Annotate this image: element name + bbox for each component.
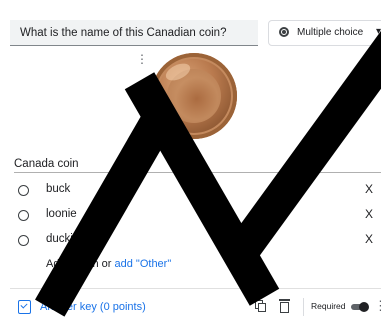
more-vert-icon[interactable]: ⋮ <box>374 298 381 314</box>
caption-underline <box>14 172 381 173</box>
footer-divider <box>10 288 381 289</box>
question-type-dropdown[interactable]: Multiple choice ▾ <box>268 20 381 46</box>
remove-option-button[interactable]: X <box>365 182 373 196</box>
trash-icon[interactable] <box>279 299 290 313</box>
radio-selected-icon <box>279 27 289 37</box>
option-label[interactable]: buck <box>46 183 70 195</box>
radio-icon <box>18 210 29 221</box>
image-menu-icon[interactable]: ⋮ <box>136 52 148 66</box>
footer-separator <box>303 298 304 316</box>
duplicate-icon[interactable] <box>255 300 267 313</box>
toggle-knob <box>359 302 369 312</box>
option-label[interactable]: duckie <box>46 233 79 245</box>
answer-key-icon <box>18 300 31 314</box>
option-row: loonie X <box>18 207 381 225</box>
coin-image <box>151 53 237 139</box>
radio-icon <box>18 235 29 246</box>
add-option-row: Add option or add "Other" <box>46 258 171 270</box>
option-row: buck X <box>18 182 381 200</box>
question-type-label: Multiple choice <box>297 27 364 38</box>
remove-option-button[interactable]: X <box>365 232 373 246</box>
remove-option-button[interactable]: X <box>365 207 373 221</box>
answer-key-label: Answer key (0 points) <box>40 301 146 313</box>
radio-icon <box>18 185 29 196</box>
option-label[interactable]: loonie <box>46 208 77 220</box>
required-toggle[interactable] <box>349 302 369 312</box>
search-icon[interactable]: ⚲ <box>360 49 378 67</box>
add-other-link[interactable]: add "Other" <box>115 258 172 270</box>
question-title-field[interactable]: What is the name of this Canadian coin? <box>10 20 258 46</box>
option-row: duckie X <box>18 232 381 250</box>
chevron-down-icon: ▾ <box>375 26 381 37</box>
required-label: Required <box>311 301 346 311</box>
question-card: What is the name of this Canadian coin? … <box>0 0 381 323</box>
image-caption: Canada coin <box>14 158 79 170</box>
add-option-button[interactable]: Add option <box>46 258 99 270</box>
add-option-separator: or <box>98 258 115 270</box>
